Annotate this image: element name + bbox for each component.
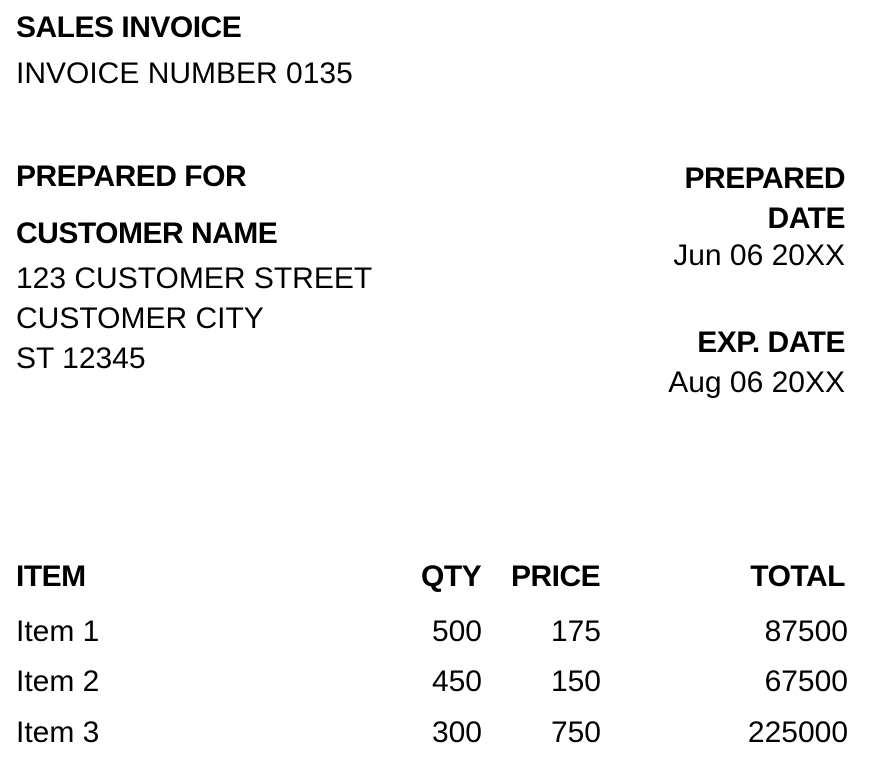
exp-date-value: Aug 06 20XX <box>668 366 845 399</box>
row-price: 150 <box>550 665 601 698</box>
table-row: Item 3 300 750 225000 <box>0 715 872 755</box>
table-row: Item 1 500 175 87500 <box>0 614 872 654</box>
row-price: 750 <box>550 716 601 749</box>
row-qty: 450 <box>431 665 482 698</box>
row-item: Item 3 <box>16 716 100 749</box>
customer-state-zip: ST 12345 <box>16 342 146 375</box>
invoice-title: SALES INVOICE <box>16 11 242 44</box>
prepared-date-value: Jun 06 20XX <box>673 239 845 272</box>
exp-date-heading: EXP. DATE <box>697 326 845 359</box>
prepared-date-heading: PREPARED DATE <box>684 162 846 235</box>
row-qty: 300 <box>431 716 482 749</box>
row-price: 175 <box>550 615 601 648</box>
column-header-total: TOTAL <box>750 560 845 593</box>
row-total: 87500 <box>764 615 848 648</box>
invoice-number: INVOICE NUMBER 0135 <box>16 57 353 90</box>
customer-city: CUSTOMER CITY <box>16 302 264 335</box>
invoice-page: SALES INVOICE INVOICE NUMBER 0135 PREPAR… <box>0 0 872 766</box>
prepared-for-heading: PREPARED FOR <box>16 160 247 193</box>
row-qty: 500 <box>431 615 482 648</box>
row-total: 225000 <box>747 716 848 749</box>
table-row: Item 2 450 150 67500 <box>0 664 872 704</box>
column-header-price: PRICE <box>511 560 601 593</box>
column-header-item: ITEM <box>16 560 86 593</box>
column-header-qty: QTY <box>421 560 482 593</box>
row-item: Item 2 <box>16 665 100 698</box>
customer-street: 123 CUSTOMER STREET <box>16 262 373 295</box>
row-item: Item 1 <box>16 615 100 648</box>
customer-name: CUSTOMER NAME <box>16 217 278 250</box>
row-total: 67500 <box>764 665 848 698</box>
